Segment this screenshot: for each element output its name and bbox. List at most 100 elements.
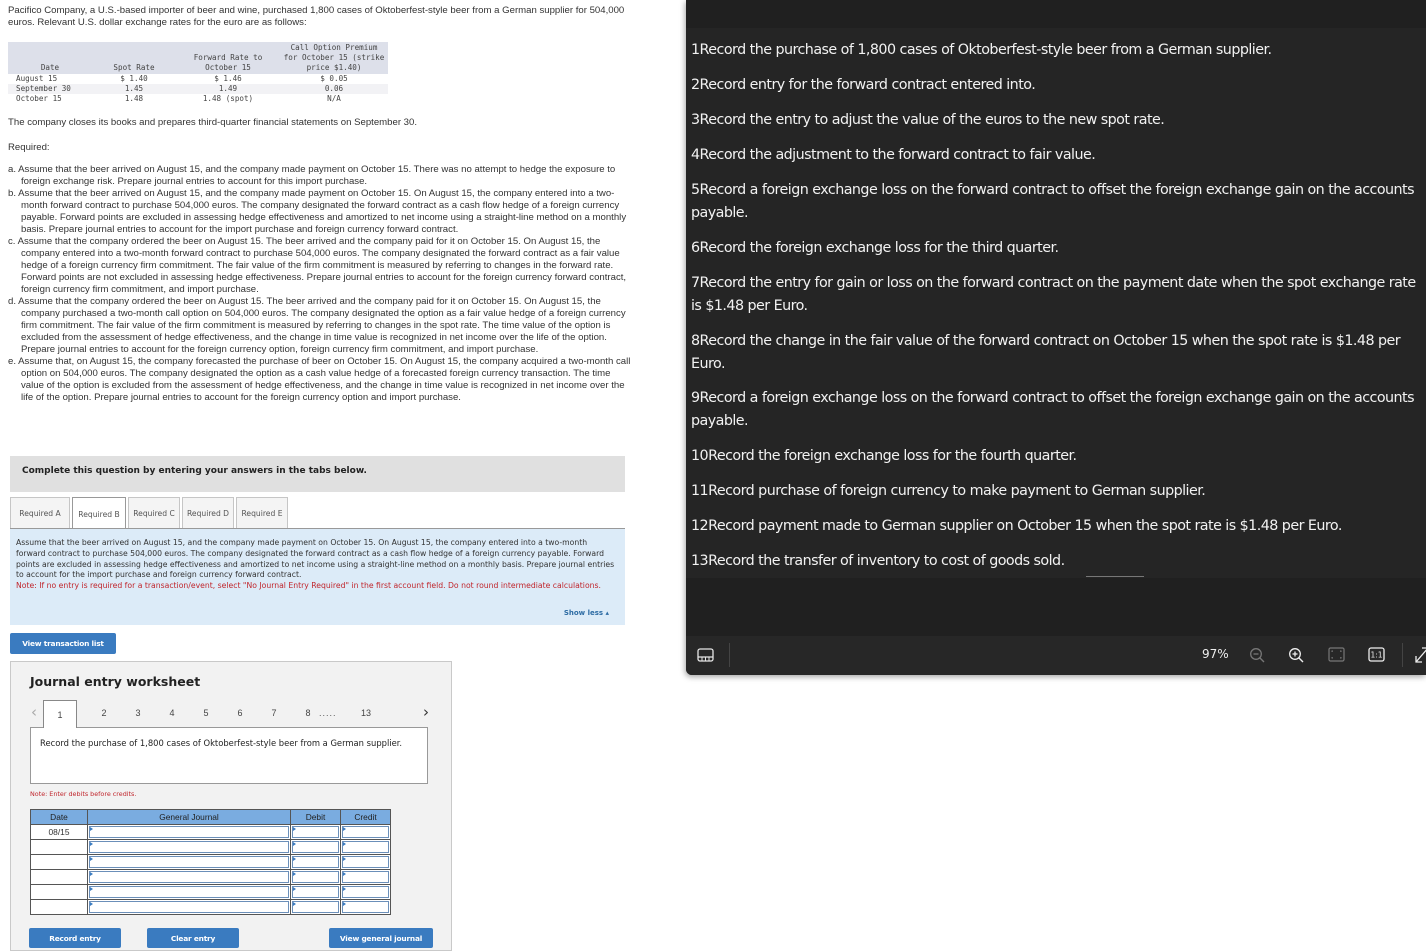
journal-date-cell: 08/15 — [30, 824, 88, 840]
closing-statement: The company closes its books and prepare… — [8, 117, 418, 128]
journal-date-cell — [30, 899, 88, 915]
tab-required-d[interactable]: Required D — [182, 497, 234, 528]
required-list: a. Assume that the beer arrived on Augus… — [8, 164, 636, 404]
journal-row — [30, 869, 391, 885]
required-item-c: c. Assume that the company ordered the b… — [8, 236, 627, 295]
journal-row — [30, 839, 391, 855]
journal-row: 08/15 — [30, 824, 391, 840]
journal-date-cell — [30, 854, 88, 870]
debit-input[interactable] — [292, 826, 339, 838]
viewer-line-5: 5Record a foreign exchange loss on the f… — [691, 182, 1415, 221]
clear-entry-button[interactable]: Clear entry — [147, 928, 239, 948]
zoom-out-icon[interactable] — [1249, 647, 1265, 668]
credit-input[interactable] — [342, 856, 389, 868]
rates-row: September 30 1.45 1.49 0.06 — [8, 84, 388, 94]
page-8[interactable]: 8 — [298, 700, 318, 726]
page-5[interactable]: 5 — [196, 700, 216, 726]
required-item-a: a. Assume that the beer arrived on Augus… — [8, 164, 616, 187]
debit-input[interactable] — [292, 871, 339, 883]
journal-date-cell — [30, 839, 88, 855]
tab-required-a[interactable]: Required A — [10, 497, 70, 528]
required-tabs: Required A Required B Required C Require… — [10, 497, 290, 530]
entry-instruction: Record the purchase of 1,800 cases of Ok… — [40, 738, 403, 748]
credit-input[interactable] — [342, 901, 389, 913]
tab-note: Note: If no entry is required for a tran… — [16, 581, 601, 591]
viewer-line-9: 9Record a foreign exchange loss on the f… — [691, 390, 1415, 429]
tab-description: Assume that the beer arrived on August 1… — [16, 538, 619, 592]
chevron-left-icon[interactable]: ‹ — [31, 703, 37, 721]
debit-input[interactable] — [292, 856, 339, 868]
chevron-right-icon[interactable]: › — [423, 703, 429, 721]
viewer-line-4: 4Record the adjustment to the forward co… — [691, 147, 1096, 163]
viewer-empty-area — [686, 578, 1426, 636]
credit-input[interactable] — [342, 871, 389, 883]
filmstrip-icon[interactable] — [697, 648, 714, 668]
tab-required-b[interactable]: Required B — [72, 497, 126, 530]
credit-input[interactable] — [342, 841, 389, 853]
page-6[interactable]: 6 — [230, 700, 250, 726]
page-2[interactable]: 2 — [94, 700, 114, 726]
account-input[interactable] — [89, 901, 289, 913]
rates-header-option: Call Option Premium for October 15 (stri… — [280, 42, 388, 74]
credit-input[interactable] — [342, 886, 389, 898]
page-13[interactable]: 13 — [354, 700, 378, 726]
debit-note: Note: Enter debits before credits. — [30, 790, 137, 798]
rates-cell: 1.48 (spot) — [202, 94, 254, 103]
account-input[interactable] — [89, 886, 289, 898]
rates-header-date: Date — [8, 42, 92, 74]
debit-input[interactable] — [292, 886, 339, 898]
journal-row — [30, 884, 391, 900]
page-3[interactable]: 3 — [128, 700, 148, 726]
exchange-rates-table: Date Spot Rate Forward Rate to October 1… — [8, 42, 388, 104]
debit-input[interactable] — [292, 901, 339, 913]
journal-date-cell — [30, 869, 88, 885]
viewer-line-6: 6Record the foreign exchange loss for th… — [691, 240, 1059, 256]
viewer-line-8: 8Record the change in the fair value of … — [691, 333, 1401, 372]
expand-icon[interactable] — [1414, 646, 1426, 669]
tab-description-text: Assume that the beer arrived on August 1… — [16, 538, 615, 580]
page-1[interactable]: 1 — [43, 700, 77, 728]
account-input[interactable] — [89, 841, 289, 853]
actual-size-icon[interactable]: 1:1 — [1368, 647, 1385, 667]
rates-row: August 15 $ 1.40 $ 1.46 $ 0.05 — [8, 74, 388, 84]
rates-header-forward: Forward Rate to October 15 — [176, 42, 280, 74]
required-item-d: d. Assume that the company ordered the b… — [8, 296, 626, 355]
rates-cell: August 15 — [16, 74, 58, 83]
account-input[interactable] — [89, 856, 289, 868]
journal-entry-worksheet: Journal entry worksheet ‹ 1 2 3 4 5 6 7 … — [10, 661, 452, 951]
show-less-link[interactable]: Show less ▴ — [564, 609, 609, 617]
journal-table: Date General Journal Debit Credit 08/15 — [30, 809, 391, 915]
rates-header-spot: Spot Rate — [92, 42, 176, 74]
rates-cell: 1.48 — [124, 94, 144, 103]
question-page: Pacifico Company, a U.S.-based importer … — [0, 0, 640, 951]
page-4[interactable]: 4 — [162, 700, 182, 726]
record-entry-button[interactable]: Record entry — [29, 928, 121, 948]
col-debit: Debit — [290, 809, 341, 825]
rates-cell: 0.06 — [280, 84, 388, 94]
viewer-line-3: 3Record the entry to adjust the value of… — [691, 112, 1165, 128]
viewer-toolbar: 97% 1:1 — [686, 636, 1426, 675]
journal-row — [30, 899, 391, 915]
required-heading: Required: — [8, 142, 50, 153]
tab-panel: Assume that the beer arrived on August 1… — [10, 529, 625, 625]
page-7[interactable]: 7 — [264, 700, 284, 726]
credit-input[interactable] — [342, 826, 389, 838]
fit-screen-icon[interactable] — [1328, 647, 1345, 667]
viewer-line-2: 2Record entry for the forward contract e… — [691, 77, 1036, 93]
zoom-in-icon[interactable] — [1288, 647, 1304, 668]
account-input[interactable] — [89, 826, 289, 838]
col-general-journal: General Journal — [87, 809, 291, 825]
required-item-b: b. Assume that the beer arrived on Augus… — [8, 188, 627, 235]
debit-input[interactable] — [292, 841, 339, 853]
viewer-line-7: 7Record the entry for gain or loss on th… — [691, 275, 1416, 314]
rates-cell: $ 1.46 — [214, 74, 242, 83]
view-general-journal-button[interactable]: View general journal — [329, 928, 433, 948]
viewer-line-12: 12Record payment made to German supplier… — [691, 518, 1342, 534]
view-transaction-list-button[interactable]: View transaction list — [10, 633, 116, 654]
account-input[interactable] — [89, 871, 289, 883]
tab-required-e[interactable]: Required E — [236, 497, 288, 528]
tab-required-c[interactable]: Required C — [128, 497, 180, 528]
complete-prompt-banner: Complete this question by entering your … — [10, 456, 625, 492]
viewer-line-13: 13Record the transfer of inventory to co… — [691, 553, 1065, 569]
rates-cell: 1.45 — [92, 84, 176, 94]
